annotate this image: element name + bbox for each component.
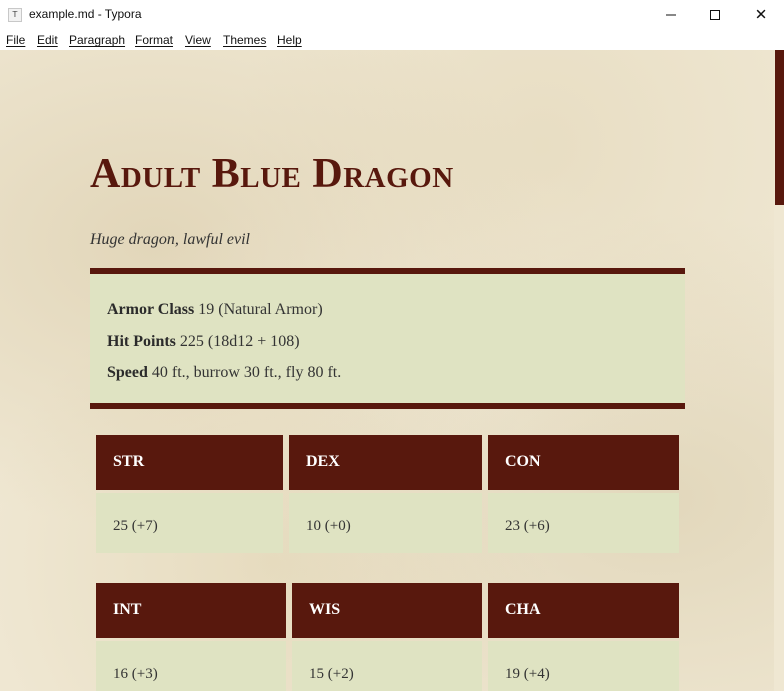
vertical-scrollbar[interactable]: [774, 50, 784, 691]
ability-label: CHA: [505, 601, 541, 618]
title-bar: T example.md - Typora ✕: [0, 0, 784, 30]
speed-line: Speed 40 ft., burrow 30 ft., fly 80 ft.: [107, 364, 341, 382]
document-title: Adult Blue Dragon: [90, 151, 454, 197]
ability-label: DEX: [306, 453, 340, 470]
ability-value-int: 16 (+3): [96, 641, 286, 691]
menu-help[interactable]: Help: [277, 33, 302, 47]
ability-value-cha: 19 (+4): [488, 641, 679, 691]
menu-view[interactable]: View: [185, 33, 211, 47]
ability-label: STR: [113, 453, 145, 470]
hit-points-line: Hit Points 225 (18d12 + 108): [107, 333, 300, 351]
stat-value: 40 ft., burrow 30 ft., fly 80 ft.: [151, 364, 342, 381]
close-button[interactable]: ✕: [738, 0, 784, 30]
stat-label: Speed: [107, 364, 148, 381]
menu-bar: File Edit Paragraph Format View Themes H…: [0, 30, 784, 50]
ability-value-dex: 10 (+0): [289, 493, 482, 553]
ability-label: INT: [113, 601, 142, 618]
ability-score: 10 (+0): [306, 518, 351, 534]
window-title: example.md - Typora: [29, 7, 142, 21]
menu-paragraph[interactable]: Paragraph: [69, 33, 125, 47]
minimize-button[interactable]: [648, 0, 694, 30]
typora-icon: T: [8, 8, 22, 22]
stat-block: Armor Class 19 (Natural Armor) Hit Point…: [90, 268, 685, 409]
ability-value-str: 25 (+7): [96, 493, 283, 553]
ability-score: 15 (+2): [309, 666, 354, 682]
ability-label: CON: [505, 453, 541, 470]
maximize-button[interactable]: [692, 0, 738, 30]
ability-score: 25 (+7): [113, 518, 158, 534]
ability-value-wis: 15 (+2): [292, 641, 482, 691]
armor-class-line: Armor Class 19 (Natural Armor): [107, 301, 323, 319]
menu-edit[interactable]: Edit: [37, 33, 58, 47]
ability-header-int: INT: [96, 583, 286, 638]
menu-file[interactable]: File: [6, 33, 25, 47]
stat-value: 225 (18d12 + 108): [179, 333, 300, 350]
ability-label: WIS: [309, 601, 341, 618]
ability-score: 23 (+6): [505, 518, 550, 534]
ability-header-cha: CHA: [488, 583, 679, 638]
menu-themes[interactable]: Themes: [223, 33, 266, 47]
scrollbar-thumb[interactable]: [775, 50, 784, 205]
ability-header-dex: DEX: [289, 435, 482, 490]
stat-label: Hit Points: [107, 333, 176, 350]
creature-type: Huge dragon, lawful evil: [90, 231, 250, 248]
menu-format[interactable]: Format: [135, 33, 173, 47]
ability-score: 19 (+4): [505, 666, 550, 682]
ability-header-str: STR: [96, 435, 283, 490]
editor-document[interactable]: Adult Blue Dragon Huge dragon, lawful ev…: [0, 50, 774, 691]
ability-value-con: 23 (+6): [488, 493, 679, 553]
close-icon: ✕: [754, 5, 768, 24]
ability-header-wis: WIS: [292, 583, 482, 638]
stat-label: Armor Class: [107, 301, 195, 318]
stat-value: 19 (Natural Armor): [198, 301, 323, 318]
ability-header-con: CON: [488, 435, 679, 490]
ability-score: 16 (+3): [113, 666, 158, 682]
minimize-icon: [666, 14, 676, 16]
maximize-icon: [710, 10, 720, 20]
